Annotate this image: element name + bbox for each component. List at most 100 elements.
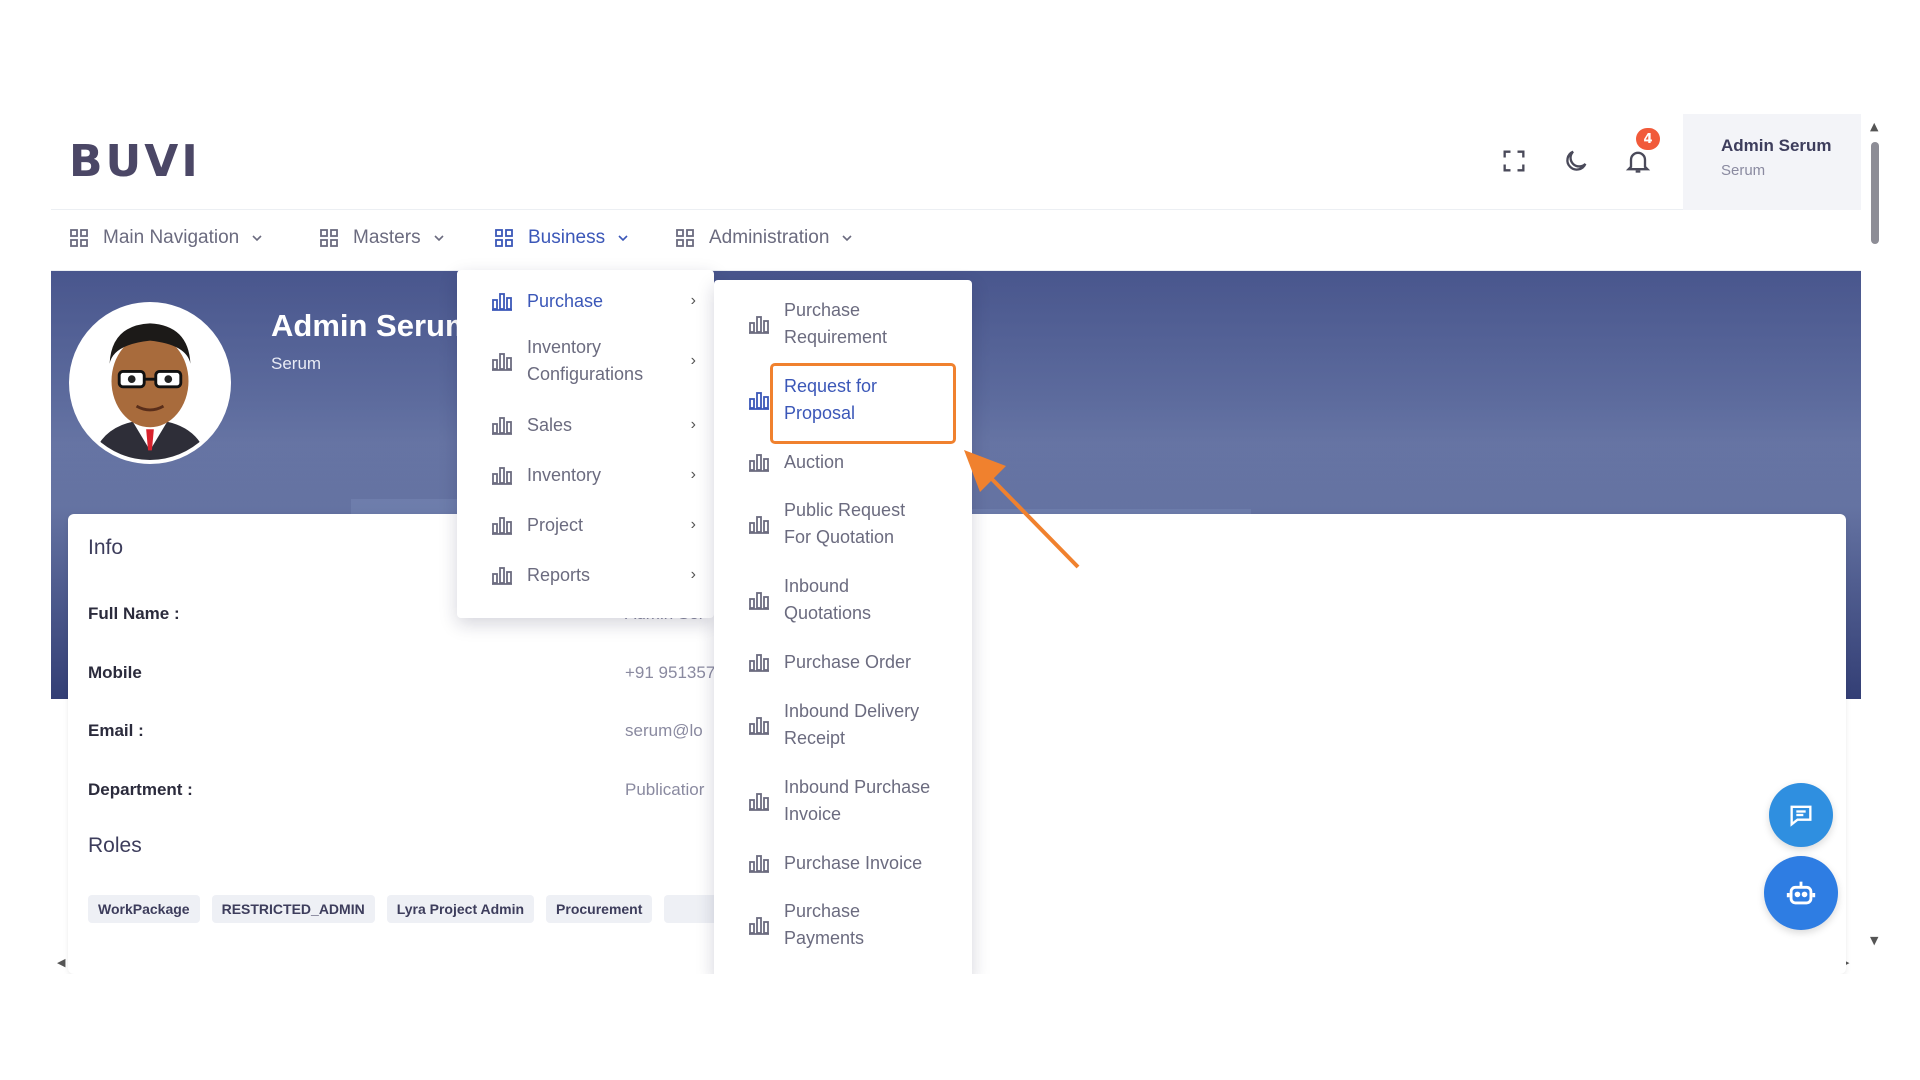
scrollbar-thumb[interactable] — [1871, 142, 1879, 244]
robot-icon — [1786, 881, 1816, 905]
role-chip: RESTRICTED_ADMIN — [211, 895, 375, 923]
menu-item-inventory[interactable]: Inventory › — [457, 460, 714, 490]
mobile-label: Mobile — [88, 663, 142, 682]
top-header: BUVI 4 Admin Serum Serum — [51, 114, 1861, 210]
nav-masters[interactable]: Masters — [319, 227, 445, 249]
chevron-right-icon: › — [690, 516, 696, 533]
app-viewport: BUVI 4 Admin Serum Serum Main Navigation… — [51, 114, 1879, 974]
menu-item-project[interactable]: Project › — [457, 510, 714, 540]
menu-label: Purchase Order — [784, 651, 912, 672]
menu-item-purchase-payments[interactable]: Purchase Payments — [714, 897, 972, 953]
menu-label: Project — [527, 514, 584, 535]
nav-label: Administration — [709, 227, 830, 248]
grid-icon — [70, 229, 88, 247]
menu-label: Inbound Purchase Invoice — [784, 777, 931, 824]
menu-item-reports[interactable]: Reports › — [457, 560, 714, 590]
nav-business[interactable]: Business — [494, 227, 629, 249]
menu-label: Inbound Quotations — [784, 576, 872, 623]
chatbot-button[interactable] — [1764, 856, 1838, 930]
nav-administration[interactable]: Administration — [675, 227, 853, 249]
email-label: Email : — [88, 721, 144, 740]
chevron-down-icon — [618, 235, 628, 242]
menu-label: Purchase — [527, 290, 604, 311]
bar-chart-icon — [492, 567, 512, 585]
department-value: Publicatior — [625, 780, 705, 799]
bar-chart-icon — [749, 917, 769, 935]
user-menu[interactable]: Admin Serum Serum — [1683, 114, 1861, 210]
bar-chart-icon — [749, 516, 769, 534]
app-logo[interactable]: BUVI — [69, 136, 201, 187]
menu-item-purchase-requirement[interactable]: Purchase Requirement — [714, 296, 972, 352]
chevron-down-icon — [842, 235, 852, 242]
chevron-right-icon: › — [690, 416, 696, 433]
nav-label: Main Navigation — [103, 227, 240, 248]
mobile-value: +91 951357 — [625, 663, 716, 682]
nav-main-navigation[interactable]: Main Navigation — [69, 227, 263, 249]
chevron-right-icon: › — [690, 292, 696, 309]
chevron-down-icon — [434, 235, 444, 242]
menu-item-inbound-delivery-receipt[interactable]: Inbound Delivery Receipt — [714, 697, 972, 753]
menu-label: Purchase Invoice — [784, 852, 923, 873]
business-dropdown: Purchase › Inventory Configurations › Sa… — [457, 270, 714, 618]
bar-chart-icon — [492, 293, 512, 311]
scroll-left-icon[interactable]: ◀ — [57, 956, 65, 969]
chevron-right-icon: › — [690, 566, 696, 583]
menu-item-inbound-quotations[interactable]: Inbound Quotations — [714, 572, 972, 628]
menu-item-sales[interactable]: Sales › — [457, 410, 714, 440]
chevron-down-icon — [252, 235, 262, 242]
role-chip: Lyra Project Admin — [386, 895, 535, 923]
bell-icon[interactable] — [1623, 146, 1653, 176]
info-title: Info — [88, 536, 124, 559]
avatar — [69, 302, 231, 464]
bar-chart-icon — [749, 793, 769, 811]
nav-label: Masters — [353, 227, 421, 248]
menu-label: Purchase Payments — [784, 901, 865, 948]
bar-chart-icon — [492, 467, 512, 485]
fullscreen-icon[interactable] — [1499, 146, 1529, 176]
menu-item-purchase[interactable]: Purchase › — [457, 286, 714, 316]
roles-title: Roles — [88, 834, 142, 857]
bar-chart-icon — [492, 353, 512, 371]
menu-label: Purchase Requirement — [784, 300, 888, 347]
grid-icon — [676, 229, 694, 247]
menu-label: Inbound Delivery Receipt — [784, 701, 920, 748]
bar-chart-icon — [749, 717, 769, 735]
vertical-scrollbar[interactable]: ▲ ▼ — [1869, 114, 1881, 950]
menu-label: Auction — [784, 451, 845, 472]
selection-highlight — [770, 363, 956, 444]
bar-chart-icon — [749, 855, 769, 873]
role-chip: Procurement — [546, 895, 653, 923]
user-name: Admin Serum — [1721, 136, 1832, 155]
chevron-right-icon: › — [690, 352, 696, 369]
chat-button[interactable] — [1769, 783, 1833, 847]
menu-label: Reports — [527, 564, 591, 585]
role-chip: WorkPackage — [88, 895, 200, 923]
profile-subtitle: Serum — [271, 354, 322, 373]
bar-chart-icon — [492, 417, 512, 435]
scroll-down-icon[interactable]: ▼ — [1870, 934, 1878, 947]
notification-badge: 4 — [1636, 128, 1660, 150]
bar-chart-icon — [749, 316, 769, 334]
bar-chart-icon — [492, 517, 512, 535]
profile-name: Admin Serum — [271, 308, 473, 343]
scroll-up-icon[interactable]: ▲ — [1870, 120, 1878, 133]
menu-item-public-rfq[interactable]: Public Request For Quotation — [714, 496, 972, 552]
bar-chart-icon — [749, 592, 769, 610]
dark-mode-icon[interactable] — [1561, 146, 1591, 176]
full-name-label: Full Name : — [88, 604, 180, 623]
menu-item-auction[interactable]: Auction — [714, 447, 972, 477]
chevron-right-icon: › — [690, 466, 696, 483]
menu-label: Inventory — [527, 464, 602, 485]
menu-item-purchase-invoice[interactable]: Purchase Invoice — [714, 848, 972, 878]
grid-icon — [320, 229, 338, 247]
screen: BUVI 4 Admin Serum Serum Main Navigation… — [0, 0, 1920, 1080]
menu-item-inbound-purchase-invoice[interactable]: Inbound Purchase Invoice — [714, 773, 972, 829]
main-navbar: Main Navigation Masters Business Adminis… — [51, 211, 1861, 271]
bar-chart-icon — [749, 392, 769, 410]
menu-item-purchase-order[interactable]: Purchase Order — [714, 647, 972, 677]
menu-label: Public Request For Quotation — [784, 500, 906, 547]
bar-chart-icon — [749, 454, 769, 472]
menu-item-inventory-configurations[interactable]: Inventory Configurations › — [457, 332, 714, 390]
department-label: Department : — [88, 780, 193, 799]
menu-label: Sales — [527, 414, 573, 435]
